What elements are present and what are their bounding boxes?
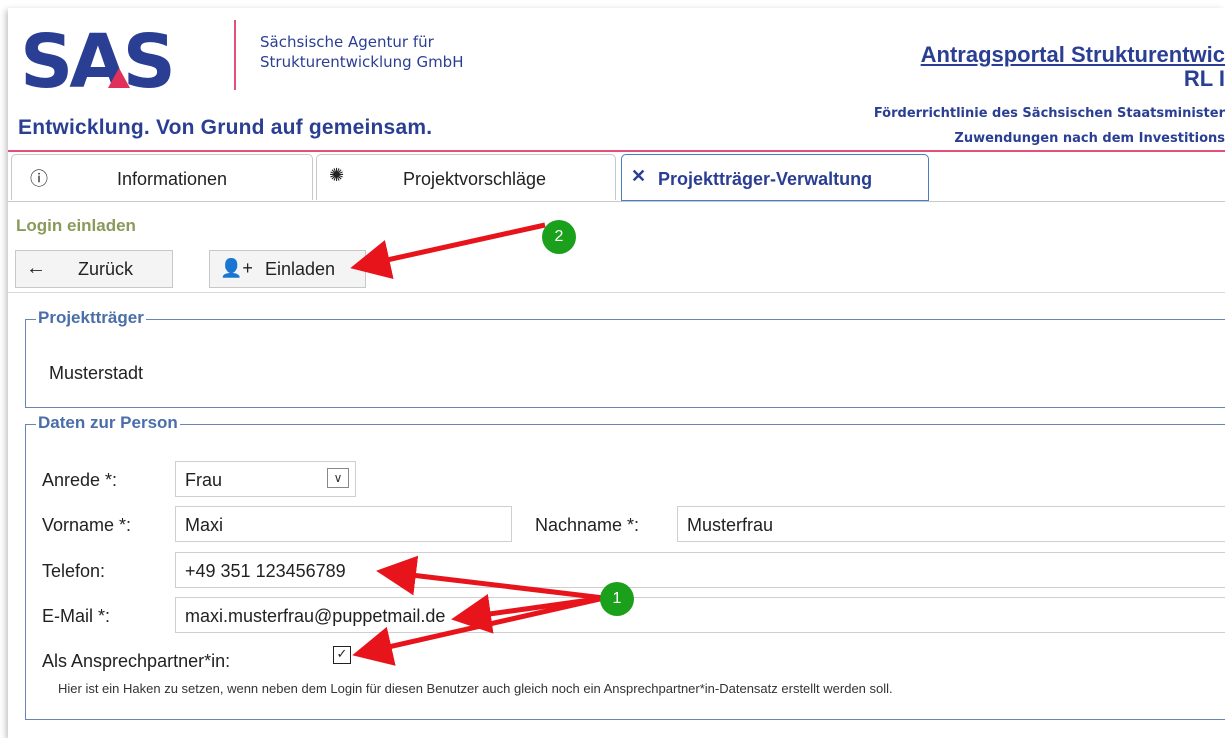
tab-label: Projektvorschläge [403,169,547,189]
tab-projekttraeger-verwaltung[interactable]: ✕ Projektträger-Verwaltung [621,154,929,201]
back-button-label: Zurück [78,259,134,279]
tab-label: Projektträger-Verwaltung [658,169,873,189]
app-window: SAS Sächsische Agentur für Strukturentwi… [8,8,1225,738]
invite-button-label: Einladen [265,259,336,279]
email-label: E-Mail *: [42,606,111,626]
tab-bar: ⓘ Informationen ✺ Projektvorschläge ✕ Pr… [8,154,1225,202]
portal-description-2: Zuwendungen nach dem Investitions [954,131,1225,146]
sas-logo: SAS [20,19,176,105]
logo-triangle-icon [108,68,130,88]
logo-divider [234,20,236,90]
tab-informationen[interactable]: ⓘ Informationen [11,154,313,200]
arrow-left-icon: ← [26,257,46,279]
portal-description-1: Förderrichtlinie des Sächsischen Staatsm… [873,106,1225,121]
telefon-field[interactable]: +49 351 123456789 [175,552,1225,588]
info-icon: ⓘ [30,169,48,189]
vorname-field[interactable]: Maxi [175,506,512,542]
portal-header: SAS Sächsische Agentur für Strukturentwi… [8,8,1225,151]
agency-line-1: Sächsische Agentur für [260,33,434,51]
anrede-label: Anrede *: [42,470,118,490]
invite-button[interactable]: 👤+ Einladen [209,250,366,288]
callout-badge-1: 1 [600,582,634,616]
ansprech-label: Als Ansprechpartner*in: [42,651,231,671]
back-button[interactable]: ← Zurück [15,250,173,288]
projekttraeger-value: Musterstadt [49,363,144,383]
chevron-down-icon[interactable]: ∨ [327,468,349,488]
projekttraeger-fieldset: Projektträger Musterstadt [25,308,1225,408]
toolbar-divider [8,292,1225,293]
header-divider [8,150,1225,152]
person-legend: Daten zur Person [36,413,180,433]
add-user-icon: 👤+ [220,258,253,278]
nachname-field[interactable]: Musterfrau [677,506,1225,542]
agency-name: Sächsische Agentur für Strukturentwicklu… [260,32,463,72]
tab-projektvorschlaege[interactable]: ✺ Projektvorschläge [316,154,616,200]
projekttraeger-legend: Projektträger [36,308,146,328]
vorname-label: Vorname *: [42,515,132,535]
email-field[interactable]: maxi.musterfrau@puppetmail.de [175,597,1225,633]
ansprech-checkbox[interactable]: ✓ [333,646,351,664]
slogan: Entwicklung. Von Grund auf gemeinsam. [18,116,433,139]
person-fieldset: Daten zur Person Anrede *: Frau ∨ Vornam… [25,413,1225,720]
nachname-label: Nachname *: [535,515,640,535]
callout-badge-2: 2 [542,220,576,254]
anrede-select[interactable]: Frau ∨ [175,461,356,497]
agency-line-2: Strukturentwicklung GmbH [260,53,464,71]
anrede-selected-value: Frau [185,470,223,490]
page-title: Login einladen [16,216,136,235]
ansprech-hint: Hier ist ein Haken zu setzen, wenn neben… [58,681,893,696]
lightbulb-icon: ✺ [329,165,345,185]
portal-subtitle: RL I [1183,66,1225,91]
tab-label: Informationen [117,169,228,189]
arrow-to-invite-button [350,222,546,280]
telefon-label: Telefon: [42,561,106,581]
tools-icon: ✕ [631,166,647,186]
portal-title[interactable]: Antragsportal Strukturentwic [921,42,1225,68]
